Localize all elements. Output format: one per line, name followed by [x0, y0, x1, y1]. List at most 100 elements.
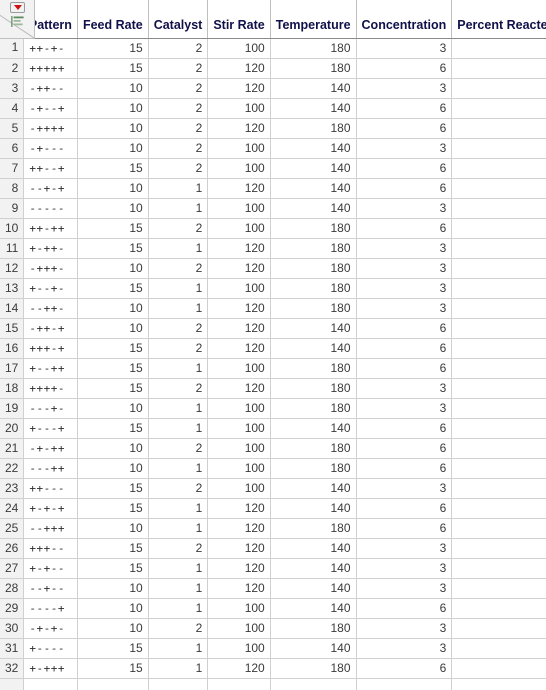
- cell-concentration[interactable]: 3: [356, 298, 453, 319]
- cell-feed-rate[interactable]: 10: [77, 518, 149, 539]
- row-number[interactable]: 9: [0, 198, 25, 219]
- cell-concentration[interactable]: 3: [356, 638, 453, 659]
- cell-temperature[interactable]: 140: [270, 338, 357, 359]
- cell-catalyst[interactable]: 1: [148, 578, 209, 599]
- cell-feed-rate[interactable]: 10: [77, 258, 149, 279]
- cell-percent-reacted[interactable]: [451, 518, 546, 539]
- cell-concentration[interactable]: 6: [356, 318, 453, 339]
- cell-feed-rate[interactable]: 10: [77, 598, 149, 619]
- cell-pattern[interactable]: ++---: [23, 478, 78, 499]
- cell-concentration[interactable]: 3: [356, 278, 453, 299]
- cell-percent-reacted[interactable]: [451, 98, 546, 119]
- cell-temperature[interactable]: 140: [270, 158, 357, 179]
- cell-temperature[interactable]: 140: [270, 598, 357, 619]
- row-number[interactable]: 13: [0, 278, 25, 299]
- cell-catalyst[interactable]: 1: [148, 418, 209, 439]
- column-header-feed-rate[interactable]: Feed Rate: [77, 0, 149, 39]
- cell-concentration[interactable]: 3: [356, 538, 453, 559]
- cell-percent-reacted[interactable]: [451, 418, 546, 439]
- cell-concentration[interactable]: 6: [356, 598, 453, 619]
- row-number[interactable]: 17: [0, 358, 25, 379]
- table-row[interactable]: 5 -++++ 10 2 120 180 6: [0, 118, 546, 139]
- cell-pattern[interactable]: +-++-: [23, 238, 78, 259]
- cell-concentration[interactable]: 6: [356, 498, 453, 519]
- cell-stir-rate[interactable]: 100: [207, 218, 271, 239]
- row-number[interactable]: 8: [0, 178, 25, 199]
- cell-catalyst[interactable]: 2: [148, 138, 209, 159]
- row-number[interactable]: 4: [0, 98, 25, 119]
- cell-percent-reacted[interactable]: [451, 338, 546, 359]
- cell-concentration[interactable]: 6: [356, 118, 453, 139]
- row-number[interactable]: 10: [0, 218, 25, 239]
- cell-stir-rate[interactable]: 120: [207, 118, 271, 139]
- table-row[interactable]: 17 +--++ 15 1 100 180 6: [0, 358, 546, 379]
- cell-temperature[interactable]: 180: [270, 218, 357, 239]
- table-row[interactable]: 18 ++++- 15 2 120 180 3: [0, 378, 546, 399]
- table-row[interactable]: 28 --+-- 10 1 120 140 3: [0, 578, 546, 599]
- cell-percent-reacted[interactable]: [451, 438, 546, 459]
- cell-percent-reacted[interactable]: [451, 398, 546, 419]
- cell-catalyst[interactable]: 1: [148, 358, 209, 379]
- cell-pattern[interactable]: --++-: [23, 298, 78, 319]
- cell-concentration[interactable]: 3: [356, 38, 453, 59]
- row-number[interactable]: 15: [0, 318, 25, 339]
- cell-stir-rate[interactable]: 120: [207, 338, 271, 359]
- cell-temperature[interactable]: 140: [270, 198, 357, 219]
- cell-pattern[interactable]: +--++: [23, 358, 78, 379]
- table-row[interactable]: 6 -+--- 10 2 100 140 3: [0, 138, 546, 159]
- cell-concentration[interactable]: 3: [356, 238, 453, 259]
- table-row[interactable]: 27 +-+-- 15 1 120 140 3: [0, 558, 546, 579]
- column-header-concentration[interactable]: Concentration: [356, 0, 453, 39]
- cell-concentration[interactable]: 3: [356, 78, 453, 99]
- cell-catalyst[interactable]: 1: [148, 178, 209, 199]
- cell-concentration[interactable]: 3: [356, 618, 453, 639]
- cell-pattern[interactable]: ++++-: [23, 378, 78, 399]
- cell-feed-rate[interactable]: 10: [77, 578, 149, 599]
- row-number[interactable]: 1: [0, 38, 25, 59]
- cell-stir-rate[interactable]: 100: [207, 278, 271, 299]
- cell-stir-rate[interactable]: 100: [207, 438, 271, 459]
- table-row[interactable]: 24 +-+-+ 15 1 120 140 6: [0, 498, 546, 519]
- cell-feed-rate[interactable]: 15: [77, 558, 149, 579]
- cell-pattern[interactable]: -+---: [23, 138, 78, 159]
- table-row[interactable]: 8 --+-+ 10 1 120 140 6: [0, 178, 546, 199]
- cell-pattern[interactable]: -+-+-: [23, 618, 78, 639]
- cell-percent-reacted[interactable]: [451, 138, 546, 159]
- cell-stir-rate[interactable]: 100: [207, 598, 271, 619]
- cell-percent-reacted[interactable]: [451, 478, 546, 499]
- cell-stir-rate[interactable]: 100: [207, 198, 271, 219]
- table-row[interactable]: 31 +---- 15 1 100 140 3: [0, 638, 546, 659]
- cell-concentration[interactable]: 3: [356, 558, 453, 579]
- cell-stir-rate[interactable]: 120: [207, 318, 271, 339]
- cell-percent-reacted[interactable]: [451, 198, 546, 219]
- row-states-icon[interactable]: [11, 16, 24, 27]
- cell-stir-rate[interactable]: 100: [207, 38, 271, 59]
- cell-concentration[interactable]: 3: [356, 138, 453, 159]
- cell-temperature[interactable]: 140: [270, 138, 357, 159]
- cell-concentration[interactable]: 6: [356, 518, 453, 539]
- cell-catalyst[interactable]: 1: [148, 398, 209, 419]
- cell-percent-reacted[interactable]: [451, 78, 546, 99]
- cell-pattern[interactable]: --+++: [23, 518, 78, 539]
- table-row[interactable]: 2 +++++ 15 2 120 180 6: [0, 58, 546, 79]
- table-row[interactable]: 19 ---+- 10 1 100 180 3: [0, 398, 546, 419]
- cell-stir-rate[interactable]: 120: [207, 258, 271, 279]
- row-number[interactable]: 29: [0, 598, 25, 619]
- cell-percent-reacted[interactable]: [451, 278, 546, 299]
- cell-concentration[interactable]: 6: [356, 338, 453, 359]
- cell-stir-rate[interactable]: 120: [207, 178, 271, 199]
- row-number[interactable]: 21: [0, 438, 25, 459]
- cell-temperature[interactable]: 180: [270, 458, 357, 479]
- cell-catalyst[interactable]: 1: [148, 498, 209, 519]
- table-row[interactable]: 12 -+++- 10 2 120 180 3: [0, 258, 546, 279]
- row-number[interactable]: 24: [0, 498, 25, 519]
- row-number[interactable]: 28: [0, 578, 25, 599]
- row-number[interactable]: 31: [0, 638, 25, 659]
- cell-pattern[interactable]: ++-+-: [23, 38, 78, 59]
- cell-catalyst[interactable]: 1: [148, 638, 209, 659]
- cell-pattern[interactable]: --+-+: [23, 178, 78, 199]
- cell-concentration[interactable]: 6: [356, 178, 453, 199]
- table-row[interactable]: 25 --+++ 10 1 120 180 6: [0, 518, 546, 539]
- cell-percent-reacted[interactable]: [451, 638, 546, 659]
- cell-feed-rate[interactable]: 15: [77, 418, 149, 439]
